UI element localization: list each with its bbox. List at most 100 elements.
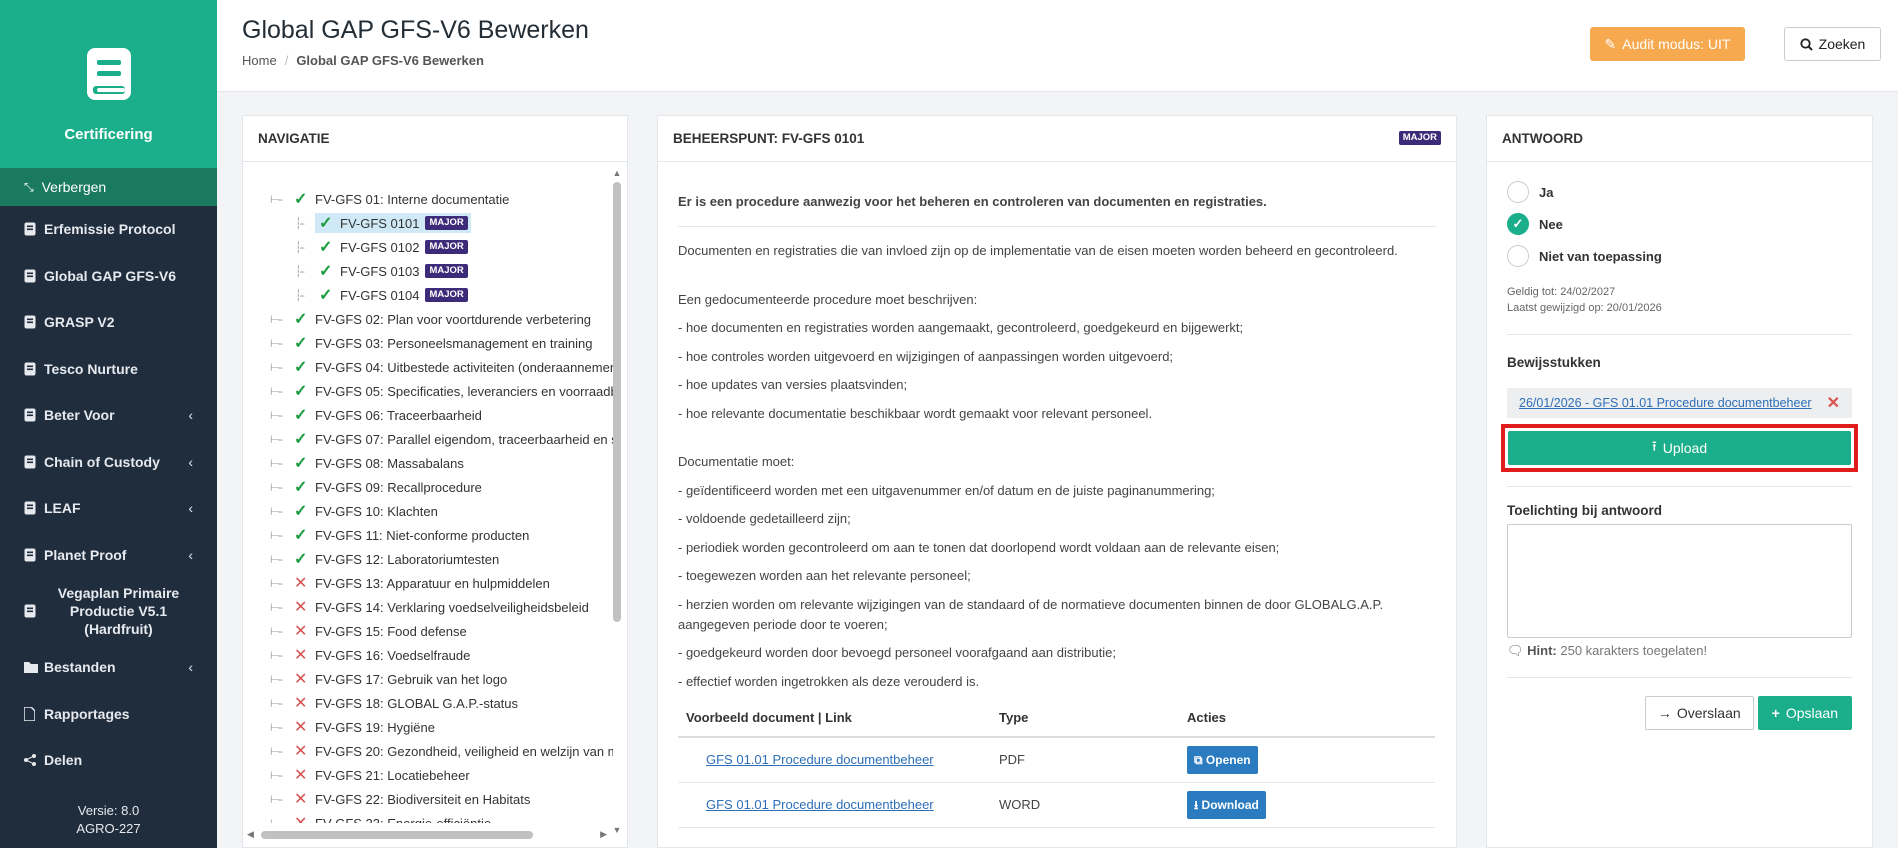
- tree-connector: ⊢--: [270, 505, 283, 518]
- breadcrumb-current: Global GAP GFS-V6 Bewerken: [296, 53, 484, 68]
- tree-connector: ⊢--: [270, 481, 283, 494]
- tree-node-label: FV-GFS 07: Parallel eigendom, traceerbaa…: [315, 431, 613, 447]
- sidebar-item-tesco-nurture[interactable]: Tesco Nurture: [0, 346, 217, 393]
- check-icon: ✓: [294, 455, 308, 472]
- tree-node[interactable]: ⊢-- ✕ FV-GFS 17: Gebruik van het logo: [270, 667, 613, 691]
- tree-node[interactable]: ⊢-- ✕ FV-GFS 20: Gezondheid, veiligheid en…: [270, 739, 613, 763]
- tree-node[interactable]: ⊢-- ✓ FV-GFS 06: Traceerbaarheid: [270, 403, 613, 427]
- tree-node[interactable]: ⊢-- ✓ FV-GFS 07: Parallel eigendom, tracee…: [270, 427, 613, 451]
- remove-icon[interactable]: ✕: [1827, 393, 1840, 413]
- sidebar-item-grasp-v2[interactable]: GRASP V2: [0, 299, 217, 346]
- share-icon: [24, 753, 36, 767]
- tree-node[interactable]: ⊢-- ✓ FV-GFS 11: Niet-conforme producten: [270, 523, 613, 547]
- tree-connector: ⊢--: [270, 433, 283, 446]
- tree-node[interactable]: ⊢-- ✓ FV-GFS 01: Interne documentatie: [270, 187, 613, 211]
- tree-node[interactable]: ┆-- ✓ FV-GFS 0101 MAJOR: [270, 211, 613, 235]
- check-icon: ✓: [294, 191, 308, 208]
- check-icon: ✓: [319, 287, 333, 304]
- sidebar-toggle[interactable]: ⤡ Verbergen: [0, 168, 217, 206]
- tree-node[interactable]: ⊢-- ✓ FV-GFS 12: Laboratoriumtesten: [270, 547, 613, 571]
- sidebar-item-chain-of-custody[interactable]: Chain of Custody ‹: [0, 439, 217, 486]
- tree-node[interactable]: ⊢-- ✓ FV-GFS 09: Recallprocedure: [270, 475, 613, 499]
- tree-node[interactable]: ┆-- ✓ FV-GFS 0102 MAJOR: [270, 235, 613, 259]
- openen-button[interactable]: ⧉ Openen: [1187, 746, 1258, 774]
- check-icon: ✓: [294, 407, 308, 424]
- scrollbar-thumb[interactable]: [613, 182, 621, 622]
- document-link[interactable]: GFS 01.01 Procedure documentbeheer: [686, 797, 934, 812]
- tree-node[interactable]: ⊢-- ✓ FV-GFS 03: Personeelsmanagement en t…: [270, 331, 613, 355]
- tree-node-label: FV-GFS 11: Niet-conforme producten: [315, 527, 530, 543]
- search-button[interactable]: Zoeken: [1784, 27, 1881, 61]
- sidebar-item-global-gap-gfs-v6[interactable]: Global GAP GFS-V6: [0, 253, 217, 300]
- sidebar-item-delen[interactable]: Delen: [0, 737, 217, 784]
- save-button[interactable]: + Opslaan: [1757, 696, 1852, 730]
- tree-node[interactable]: ⊢-- ✕ FV-GFS 19: Hygiëne: [270, 715, 613, 739]
- tree-node-label: FV-GFS 0102: [340, 239, 420, 255]
- scroll-down-icon[interactable]: ▼: [611, 825, 623, 835]
- tree-node[interactable]: ⊢-- ✓ FV-GFS 02: Plan voor voortdurende ve…: [270, 307, 613, 331]
- scroll-right-icon[interactable]: ▶: [600, 829, 607, 840]
- document-link[interactable]: GFS 01.01 Procedure documentbeheer: [686, 752, 934, 767]
- book-icon: [24, 548, 36, 562]
- breadcrumb: Home / Global GAP GFS-V6 Bewerken: [242, 53, 484, 68]
- tree-node[interactable]: ⊢-- ✓ FV-GFS 08: Massabalans: [270, 451, 613, 475]
- tree-node-label: FV-GFS 05: Specificaties, leveranciers e…: [315, 383, 613, 399]
- answer-option[interactable]: ✓ Nee: [1507, 208, 1852, 240]
- sidebar-item-label: Vegaplan Primaire Productie V5.1 (Hardfr…: [57, 585, 180, 637]
- tree-node[interactable]: ⊢-- ✕ FV-GFS 21: Locatiebeheer: [270, 763, 613, 787]
- sidebar-item-leaf[interactable]: LEAF ‹: [0, 485, 217, 532]
- tree-node[interactable]: ⊢-- ✓ FV-GFS 04: Uitbestede activiteiten (…: [270, 355, 613, 379]
- scroll-left-icon[interactable]: ◀: [247, 829, 254, 840]
- comment-textarea[interactable]: [1507, 524, 1852, 638]
- sidebar-item-vegaplan-primaire-productie-v5-1-hardfruit[interactable]: Vegaplan Primaire Productie V5.1 (Hardfr…: [0, 578, 217, 644]
- tree-node[interactable]: ⊢-- ✕ FV-GFS 13: Apparatuur en hulpmiddele…: [270, 571, 613, 595]
- sidebar-item-bestanden[interactable]: Bestanden ‹: [0, 644, 217, 691]
- sidebar-item-beter-voor[interactable]: Beter Voor ‹: [0, 392, 217, 439]
- tree-node[interactable]: ⊢--✕FV-GFS 23: Energie-efficiëntie: [270, 811, 613, 823]
- tree-node[interactable]: ⊢-- ✓ FV-GFS 05: Specificaties, leverancie…: [270, 379, 613, 403]
- tree-node[interactable]: ┆-- ✓ FV-GFS 0103 MAJOR: [270, 259, 613, 283]
- tree-node-label-wrap: ✓ FV-GFS 05: Specificaties, leveranciers …: [290, 381, 613, 401]
- audit-mode-button[interactable]: ✎ Audit modus: UIT: [1590, 27, 1745, 61]
- tree-node[interactable]: ⊢-- ✕ FV-GFS 14: Verklaring voedselveiligh…: [270, 595, 613, 619]
- breadcrumb-home[interactable]: Home: [242, 53, 277, 68]
- scrollbar-thumb[interactable]: [261, 831, 533, 839]
- sidebar-item-planet-proof[interactable]: Planet Proof ‹: [0, 532, 217, 579]
- tree-node[interactable]: ┆-- ✓ FV-GFS 0104 MAJOR: [270, 283, 613, 307]
- tree-node[interactable]: ⊢-- ✕ FV-GFS 16: Voedselfraude: [270, 643, 613, 667]
- copy-icon: ⧉: [1194, 753, 1206, 767]
- procedure-item: - hoe relevante documentatie beschikbaar…: [678, 405, 1153, 421]
- tree-horizontal-scrollbar[interactable]: ◀ ▶: [247, 829, 607, 841]
- answer-option[interactable]: Niet van toepassing: [1507, 240, 1852, 272]
- radio-unchecked-icon[interactable]: [1507, 245, 1529, 267]
- evidence-file-link[interactable]: 26/01/2026 - GFS 01.01 Procedure documen…: [1519, 396, 1812, 410]
- answer-option[interactable]: Ja: [1507, 176, 1852, 208]
- tree-connector: ⊢--: [270, 697, 283, 710]
- skip-button[interactable]: → Overslaan: [1644, 696, 1754, 730]
- column-header-type: Type: [991, 700, 1179, 738]
- upload-button[interactable]: ⭱ Upload: [1508, 431, 1851, 465]
- answer-meta: Geldig tot: 24/02/2027 Laatst gewijzigd …: [1507, 284, 1852, 335]
- tree-node[interactable]: ⊢-- ✕ FV-GFS 18: GLOBAL G.A.P.-status: [270, 691, 613, 715]
- sidebar-item-erfemissie-protocol[interactable]: Erfemissie Protocol: [0, 206, 217, 253]
- table-row: GFS 01.01 Procedure documentbeheer WORD ⭳ …: [678, 782, 1435, 828]
- radio-checked-icon[interactable]: ✓: [1507, 213, 1529, 235]
- tree-connector: ⊢--: [270, 337, 283, 350]
- scroll-up-icon[interactable]: ▲: [611, 168, 623, 178]
- tree-node[interactable]: ⊢-- ✕ FV-GFS 15: Food defense: [270, 619, 613, 643]
- cross-icon: ✕: [294, 813, 312, 823]
- tree-node[interactable]: ⊢-- ✓ FV-GFS 10: Klachten: [270, 499, 613, 523]
- check-icon: ✓: [319, 215, 333, 232]
- tree-connector: ⊢--: [270, 313, 283, 326]
- cross-icon: ✕: [294, 767, 308, 784]
- audit-mode-label: Audit modus: UIT: [1622, 36, 1731, 52]
- major-badge: MAJOR: [425, 240, 468, 254]
- sidebar-item-label: LEAF: [44, 500, 81, 517]
- tree-node[interactable]: ⊢-- ✕ FV-GFS 22: Biodiversiteit en Habitat…: [270, 787, 613, 811]
- tree-connector: ⊢--: [270, 409, 283, 422]
- hint-label: Hint:: [1527, 643, 1557, 658]
- download-button[interactable]: ⭳ Download: [1187, 791, 1266, 819]
- radio-unchecked-icon[interactable]: [1507, 181, 1529, 203]
- tree-vertical-scrollbar[interactable]: ▲ ▼: [611, 168, 623, 835]
- sidebar-item-rapportages[interactable]: Rapportages: [0, 691, 217, 738]
